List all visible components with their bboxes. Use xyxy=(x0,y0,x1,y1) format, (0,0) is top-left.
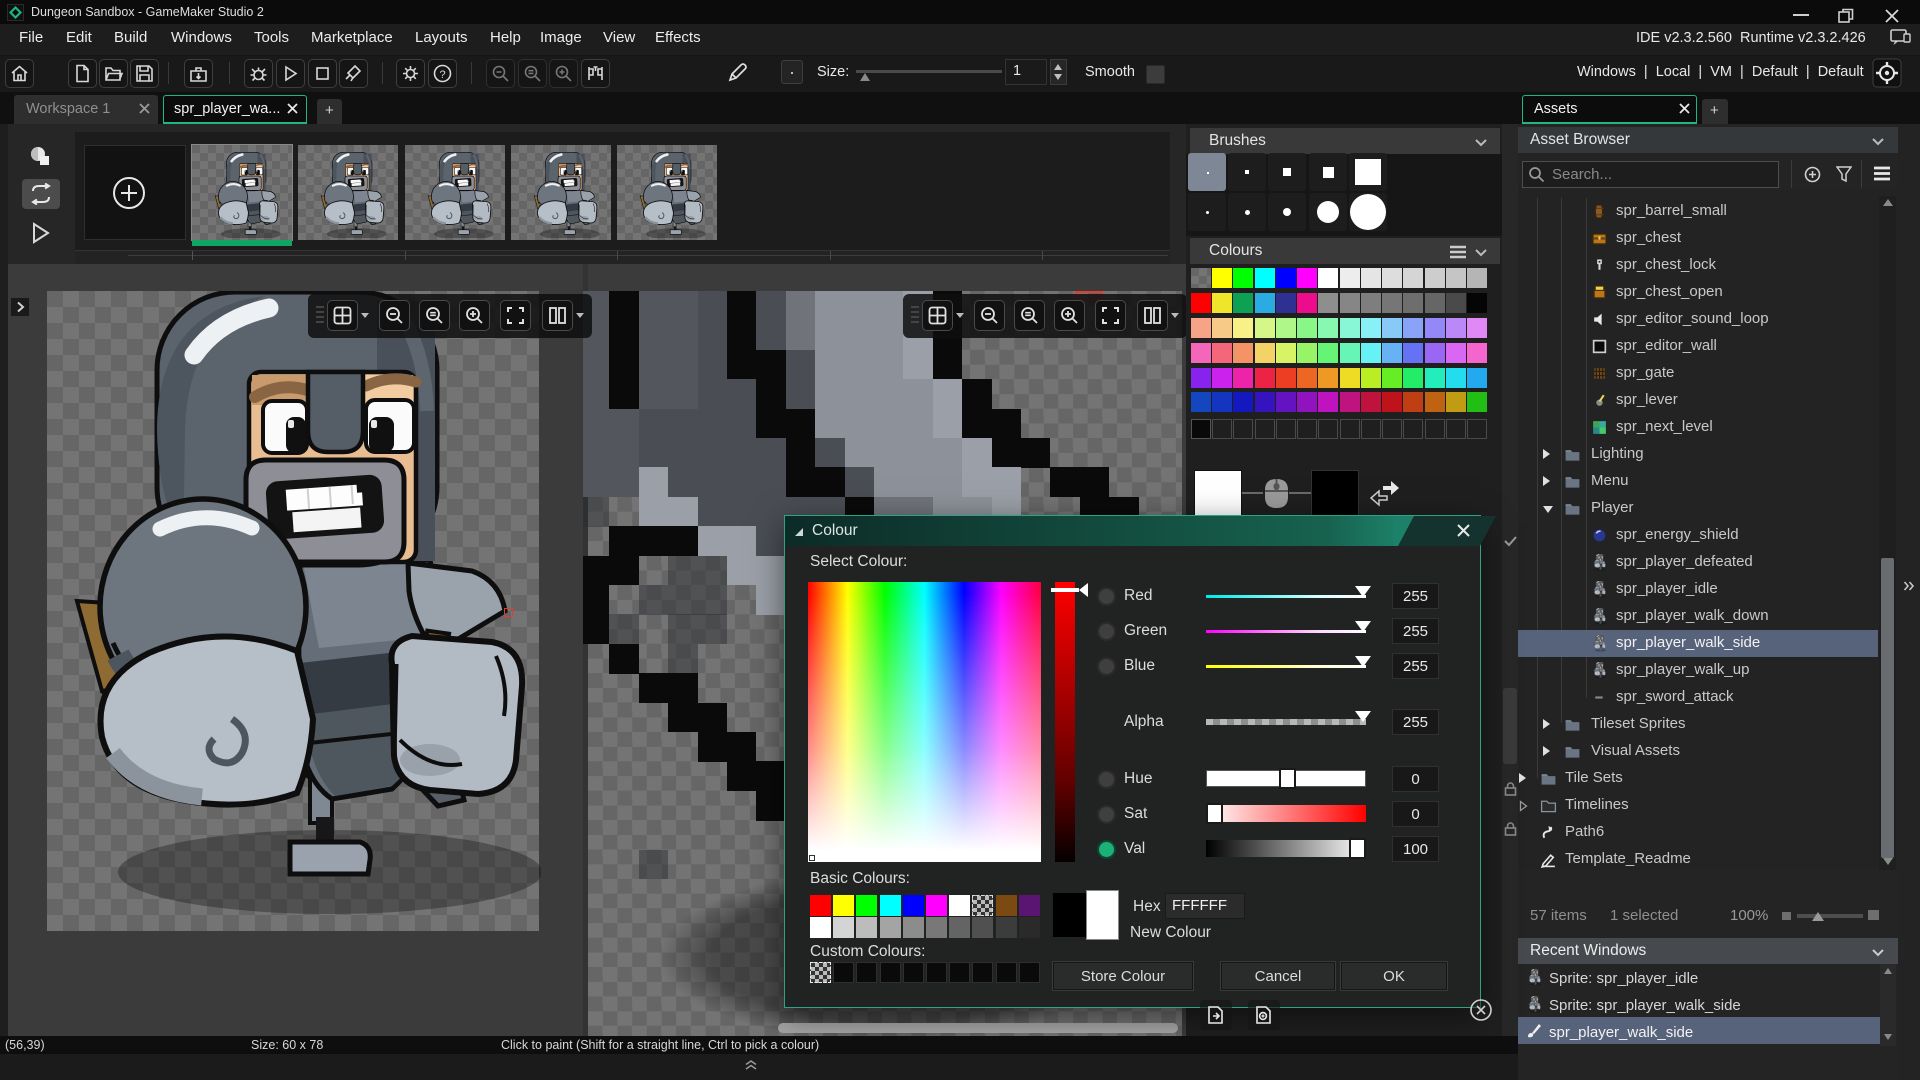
svg-text:?: ? xyxy=(439,69,445,81)
